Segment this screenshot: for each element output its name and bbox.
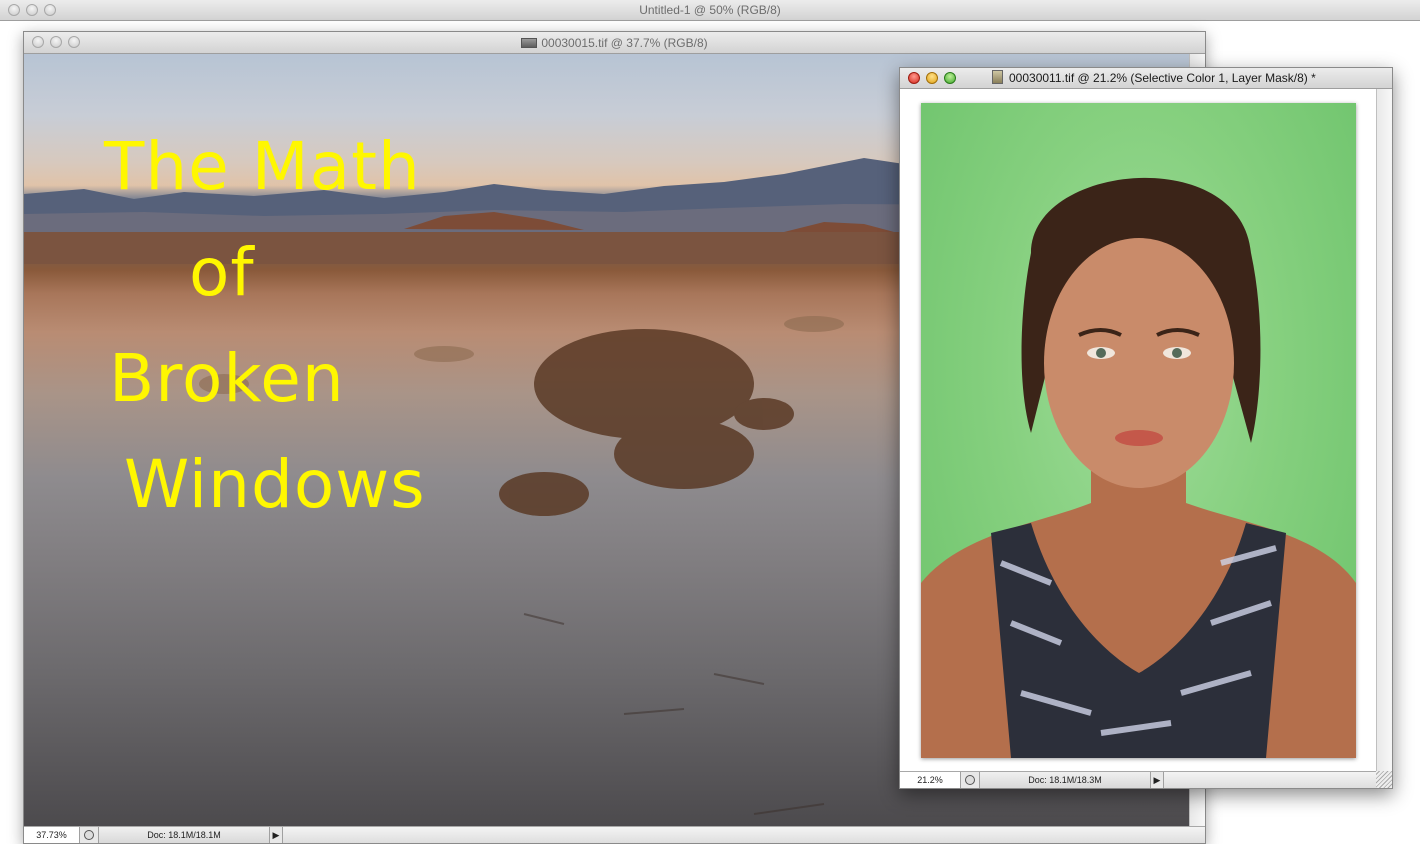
landscape-window-title: 00030015.tif @ 37.7% (RGB/8): [541, 36, 708, 50]
minimize-icon[interactable]: [926, 72, 938, 84]
status-info-icon[interactable]: [961, 772, 980, 788]
portrait-title-bar[interactable]: 00030011.tif @ 21.2% (Selective Color 1,…: [900, 68, 1392, 89]
document-size-readout: Doc: 18.1M/18.1M: [99, 827, 270, 843]
zoom-level-field[interactable]: 37.73%: [24, 827, 80, 843]
close-icon[interactable]: [908, 72, 920, 84]
play-arrow-icon[interactable]: ▶: [270, 827, 283, 843]
play-arrow-icon[interactable]: ▶: [1151, 772, 1164, 788]
portrait-image-canvas[interactable]: [900, 89, 1378, 772]
untitled-window-title: Untitled-1 @ 50% (RGB/8): [639, 3, 781, 17]
portrait-document-window: 00030011.tif @ 21.2% (Selective Color 1,…: [899, 67, 1393, 789]
overlay-line-2: of: [189, 234, 255, 311]
portrait-figure-graphic: [921, 177, 1356, 758]
portrait-vertical-scrollbar[interactable]: [1376, 89, 1392, 772]
status-info-icon[interactable]: [80, 827, 99, 843]
untitled-document-window: Untitled-1 @ 50% (RGB/8): [0, 0, 1420, 22]
minimize-icon[interactable]: [50, 36, 62, 48]
overlay-line-3: Broken: [109, 340, 345, 417]
horizontal-scrollbar[interactable]: [1164, 772, 1392, 788]
landscape-status-bar: 37.73% Doc: 18.1M/18.1M ▶: [24, 826, 1205, 843]
minimize-icon[interactable]: [26, 4, 38, 16]
close-icon[interactable]: [8, 4, 20, 16]
document-proxy-icon[interactable]: [521, 38, 538, 48]
close-icon[interactable]: [32, 36, 44, 48]
untitled-window-controls: [8, 4, 56, 16]
overlay-title-text: The Math of Broken Windows: [104, 114, 464, 538]
horizontal-scrollbar[interactable]: [283, 827, 1205, 843]
resize-grip-icon[interactable]: [1376, 771, 1392, 788]
portrait-photo: [921, 103, 1356, 758]
landscape-title-bar[interactable]: 00030015.tif @ 37.7% (RGB/8): [24, 32, 1205, 54]
portrait-status-bar: 21.2% Doc: 18.1M/18.3M ▶: [900, 771, 1392, 788]
overlay-line-4: Windows: [124, 446, 426, 523]
zoom-icon[interactable]: [944, 72, 956, 84]
untitled-title-bar[interactable]: Untitled-1 @ 50% (RGB/8): [0, 0, 1420, 21]
zoom-level-field[interactable]: 21.2%: [900, 772, 961, 788]
document-proxy-icon[interactable]: [992, 70, 1003, 84]
portrait-window-controls: [908, 72, 956, 84]
zoom-icon[interactable]: [44, 4, 56, 16]
overlay-line-1: The Math: [104, 128, 421, 205]
landscape-window-controls: [32, 36, 80, 48]
document-size-readout: Doc: 18.1M/18.3M: [980, 772, 1151, 788]
zoom-icon[interactable]: [68, 36, 80, 48]
portrait-window-title: 00030011.tif @ 21.2% (Selective Color 1,…: [1009, 71, 1316, 85]
